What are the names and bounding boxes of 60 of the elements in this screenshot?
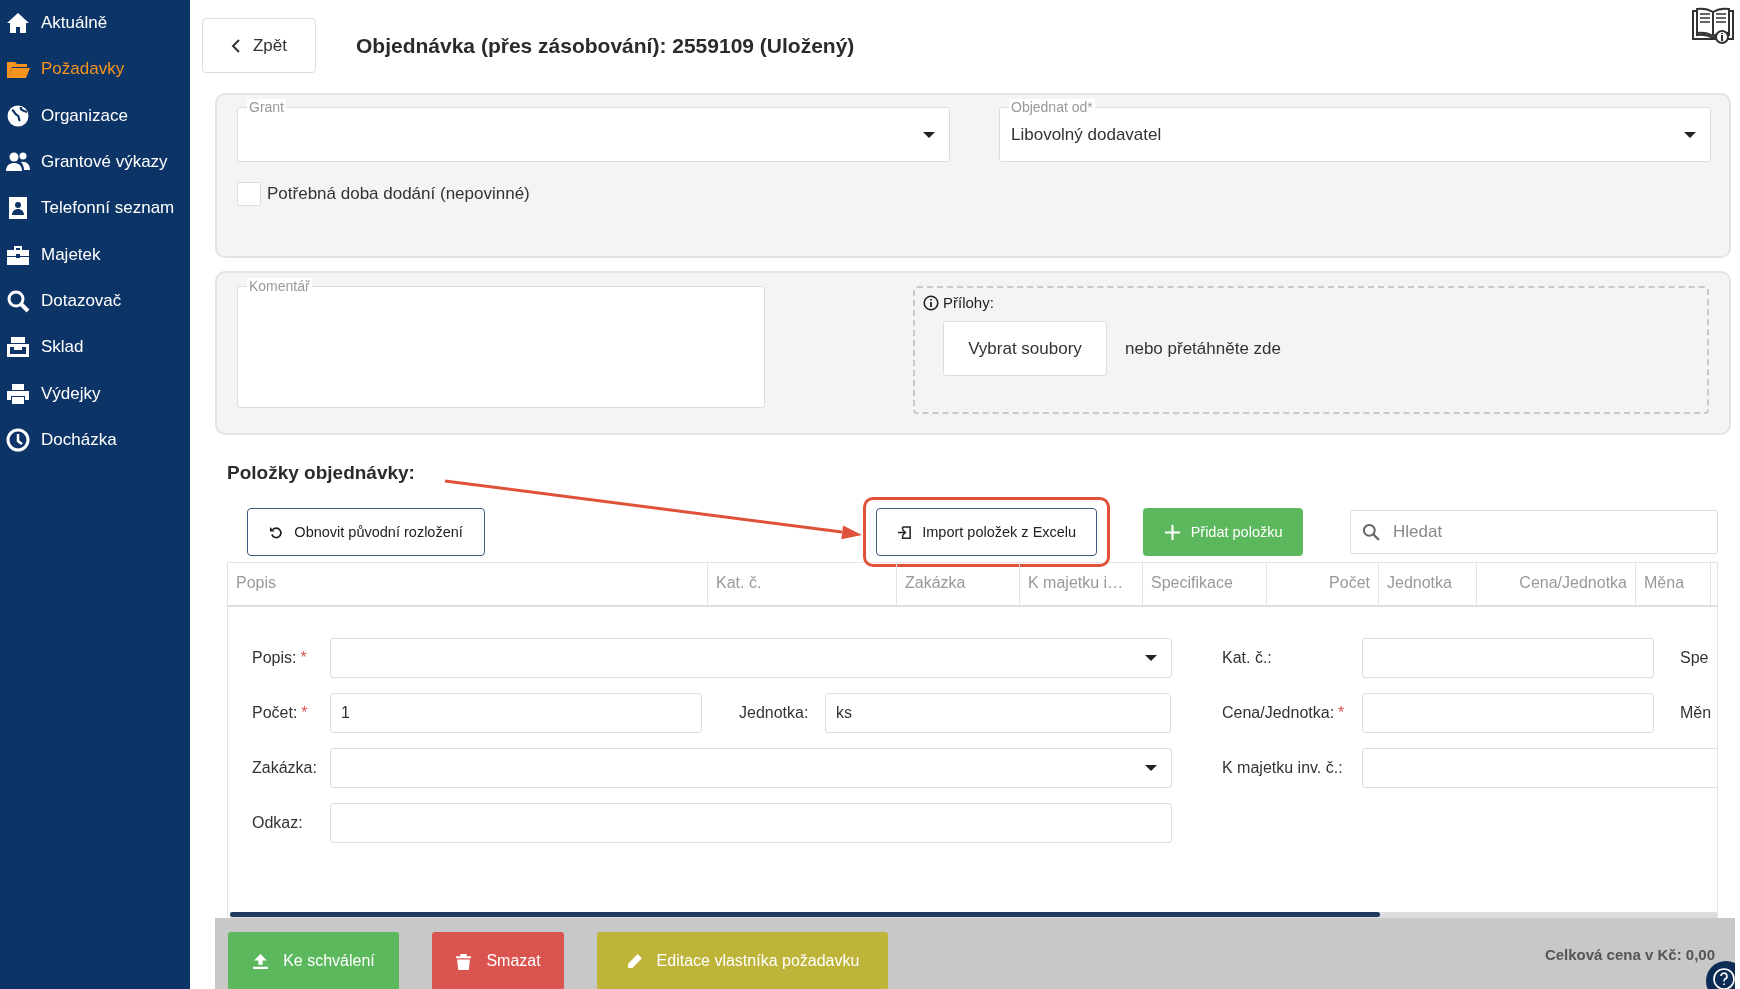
search-icon bbox=[6, 288, 30, 313]
input-field[interactable]: 1 bbox=[330, 693, 702, 733]
scrollbar-thumb[interactable] bbox=[230, 912, 1380, 917]
manual-book-icon[interactable] bbox=[1691, 5, 1735, 45]
sidebar-item[interactable]: Výdejky bbox=[0, 370, 190, 417]
field-label: Zakázka: bbox=[252, 759, 318, 777]
attachments-dropzone[interactable]: Přílohy: Vybrat soubory nebo přetáhněte zde bbox=[913, 286, 1709, 414]
attachments-label: Přílohy: bbox=[943, 294, 994, 311]
reset-layout-button[interactable]: Obnovit původní rozložení bbox=[247, 508, 486, 556]
field-label: Odkaz: bbox=[252, 814, 304, 832]
trash-icon bbox=[455, 952, 473, 970]
sidebar-item[interactable]: Sklad bbox=[0, 324, 190, 371]
sidebar-item[interactable]: Docházka bbox=[0, 416, 190, 463]
plus-icon bbox=[1163, 523, 1181, 541]
field-label: Spe bbox=[1680, 649, 1709, 667]
sidebar-item[interactable]: Organizace bbox=[0, 92, 190, 139]
checkbox[interactable] bbox=[237, 182, 261, 206]
printer-icon bbox=[6, 381, 30, 406]
field-label: Cena/Jednotka: * bbox=[1222, 704, 1346, 722]
sidebar-item[interactable]: Majetek bbox=[0, 231, 190, 278]
page-title: Objednávka (přes zásobování): 2559109 (Uložený) bbox=[356, 33, 855, 59]
total-price: Celková cena v Kč: 0,00 bbox=[1544, 946, 1715, 963]
search-field[interactable]: Hledat bbox=[1350, 510, 1718, 554]
input-field[interactable] bbox=[1362, 638, 1654, 678]
contact-card-icon bbox=[6, 196, 30, 221]
clock-icon bbox=[6, 427, 30, 452]
home-icon bbox=[6, 11, 30, 36]
field-label: Popis: * bbox=[252, 649, 308, 667]
input-field[interactable]: ks bbox=[825, 693, 1171, 733]
sidebar-item[interactable]: Aktuálně bbox=[0, 0, 190, 47]
info-icon bbox=[923, 294, 939, 311]
field-label: Počet: * bbox=[252, 704, 309, 722]
section-title: Položky objednávky: bbox=[227, 461, 416, 485]
field-label: Jednotka: bbox=[739, 704, 810, 722]
choose-files-button[interactable]: Vybrat soubory bbox=[943, 321, 1107, 376]
box-icon bbox=[6, 335, 30, 360]
undo-icon bbox=[269, 524, 285, 540]
select-field[interactable] bbox=[330, 748, 1172, 788]
sidebar-item[interactable]: Telefonní seznam bbox=[0, 185, 190, 232]
upload-icon bbox=[252, 952, 270, 970]
globe-icon bbox=[6, 103, 30, 128]
select-field[interactable] bbox=[330, 638, 1172, 678]
sidebar-item[interactable]: Dotazovač bbox=[0, 277, 190, 325]
delete-button[interactable]: Smazat bbox=[432, 932, 564, 989]
field-label: Měn bbox=[1680, 704, 1712, 722]
checkbox-label: Potřebná doba dodání (nepovinné) bbox=[267, 184, 530, 204]
input-field[interactable] bbox=[330, 803, 1172, 843]
drop-hint: nebo přetáhněte zde bbox=[1125, 338, 1281, 359]
input-field[interactable] bbox=[1362, 693, 1654, 733]
back-button[interactable]: Zpět bbox=[202, 18, 316, 73]
pencil-icon bbox=[625, 952, 643, 970]
search-icon bbox=[1362, 523, 1380, 541]
import-icon bbox=[897, 524, 913, 540]
input-field[interactable] bbox=[1362, 748, 1717, 788]
field-label: K majetku inv. č.: bbox=[1222, 759, 1344, 777]
chevron-left-icon bbox=[231, 37, 241, 54]
sidebar-item[interactable]: Požadavky bbox=[0, 46, 190, 93]
field-label: Kat. č.: bbox=[1222, 649, 1273, 667]
import-button[interactable]: Import položek z Excelu bbox=[876, 508, 1098, 556]
sidebar-item[interactable]: Grantové výkazy bbox=[0, 138, 190, 186]
